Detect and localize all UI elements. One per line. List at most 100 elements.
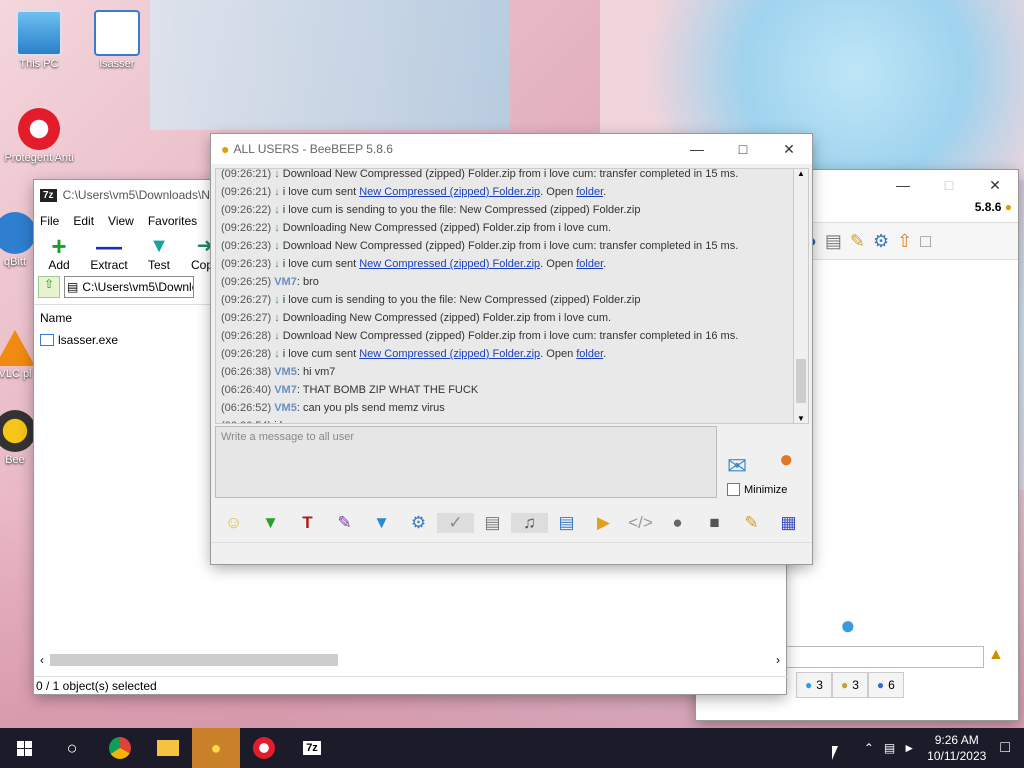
file-link[interactable]: New Compressed (zipped) Folder.zip: [359, 348, 540, 360]
update-icon[interactable]: ⇧: [897, 231, 912, 252]
horizontal-scrollbar[interactable]: ‹ ›: [34, 652, 786, 668]
close-button[interactable]: ✕: [766, 134, 812, 164]
music-note-icon[interactable]: ♫: [511, 513, 548, 533]
chat-message: (06:26:38) VM5: hi vm7: [221, 363, 808, 381]
chat-message: (06:26:54) i love memz: [221, 417, 808, 423]
chat-message: (09:26:25) VM7: bro: [221, 273, 808, 291]
clock[interactable]: 9:26 AM 10/11/2023: [927, 732, 986, 764]
clock-icon[interactable]: ●: [659, 513, 696, 533]
vertical-scrollbar[interactable]: ▲ ▼: [793, 169, 808, 423]
file-transfer-icon: ↓: [274, 330, 283, 342]
green-arrow-down-icon[interactable]: ▼: [252, 513, 289, 533]
open-folder-link[interactable]: folder: [576, 186, 603, 198]
scroll-right-icon[interactable]: ›: [770, 653, 786, 667]
minimize-button[interactable]: —: [880, 170, 926, 200]
file-transfer-icon: ↓: [274, 312, 283, 324]
minimize-checkbox[interactable]: [727, 483, 740, 496]
menu-file[interactable]: File: [40, 214, 59, 228]
tab-groups[interactable]: ● 3: [831, 672, 868, 698]
tools-icon[interactable]: ⚙: [873, 231, 889, 252]
file-transfer-icon: ↓: [274, 240, 283, 252]
menu-edit[interactable]: Edit: [73, 214, 94, 228]
taskbar-beebeep[interactable]: ●: [192, 728, 240, 768]
open-folder-link[interactable]: folder: [576, 258, 603, 270]
desktop-icon-this-pc[interactable]: This PC: [4, 10, 74, 70]
taskbar-7zip[interactable]: 7z: [288, 728, 336, 768]
scroll-thumb[interactable]: [50, 654, 338, 666]
taskbar-file-explorer[interactable]: [144, 728, 192, 768]
message-time: (09:26:28): [221, 330, 272, 342]
spellcheck-icon[interactable]: ✓: [437, 513, 474, 533]
screenshot-icon[interactable]: ■: [696, 513, 733, 533]
desktop-icon-protegent[interactable]: Protegent Anti: [4, 108, 74, 164]
scroll-down-icon[interactable]: ▼: [794, 414, 808, 423]
computer-icon: [16, 10, 62, 56]
tab-chats[interactable]: ● 3: [796, 672, 832, 698]
search-button[interactable]: ○: [48, 728, 96, 768]
message-text: Downloading New Compressed (zipped) Fold…: [282, 312, 612, 324]
minimize-button[interactable]: —: [674, 134, 720, 164]
sevenzip-icon: 7z: [303, 741, 321, 755]
test-button[interactable]: ▼ Test: [138, 234, 180, 272]
file-link[interactable]: New Compressed (zipped) Folder.zip: [359, 258, 540, 270]
open-folder-link[interactable]: folder: [576, 348, 603, 360]
add-button[interactable]: + Add: [38, 233, 80, 272]
desktop-icon-lsasser[interactable]: lsasser: [82, 10, 152, 70]
search-icon: ○: [66, 737, 78, 758]
address-bar[interactable]: ▤ C:\Users\vm5\Downloa: [64, 276, 194, 298]
menu-favorites[interactable]: Favorites: [148, 214, 197, 228]
close-button[interactable]: ✕: [972, 170, 1018, 200]
settings-icon[interactable]: ⚙: [400, 513, 437, 533]
beebeep-app-icon: ●: [221, 141, 230, 157]
menu-view[interactable]: View: [108, 214, 134, 228]
smiley-icon[interactable]: ☺: [215, 513, 252, 533]
message-time: (06:26:38): [221, 366, 272, 378]
message-text: Download New Compressed (zipped) Folder.…: [282, 168, 739, 180]
message-time: (06:26:40): [221, 384, 272, 396]
file-transfer-icon: ↓: [274, 168, 283, 180]
message-user[interactable]: VM5: [274, 366, 297, 378]
sevenzip-app-icon: 7z: [40, 188, 57, 202]
font-icon[interactable]: T: [289, 513, 326, 533]
message-input[interactable]: Write a message to all user: [215, 426, 717, 498]
message-user[interactable]: VM5: [274, 402, 297, 414]
taskbar-chrome[interactable]: [96, 728, 144, 768]
scroll-left-icon[interactable]: ‹: [34, 653, 50, 667]
taskbar-protegent[interactable]: [240, 728, 288, 768]
chat-message: (06:26:52) VM5: can you pls send memz vi…: [221, 399, 808, 417]
edit-icon[interactable]: ✎: [850, 231, 865, 252]
chat-message: (09:26:23) ↓ i love cum sent New Compres…: [221, 258, 607, 270]
network-icon[interactable]: ▤: [884, 741, 895, 755]
message-user[interactable]: VM7: [274, 276, 297, 288]
message-text: : THAT BOMB ZIP WHAT THE FUCK: [296, 384, 479, 396]
edit-note-icon[interactable]: ✎: [733, 513, 770, 533]
maximize-button[interactable]: □: [720, 134, 766, 164]
trash-icon[interactable]: □: [920, 231, 931, 252]
text-box-icon[interactable]: ▤: [474, 513, 511, 533]
save-icon[interactable]: ▦: [770, 513, 807, 533]
up-folder-icon[interactable]: ⇧: [38, 276, 60, 298]
windows-icon: [16, 740, 32, 756]
start-button[interactable]: [0, 728, 48, 768]
send-icon[interactable]: ✉: [727, 452, 747, 481]
broom-icon[interactable]: ▲: [988, 646, 1004, 664]
chevron-up-icon[interactable]: ⌃: [864, 741, 874, 755]
scroll-thumb[interactable]: [796, 359, 806, 403]
search-users-input[interactable]: [786, 646, 984, 668]
message-user[interactable]: VM7: [274, 384, 297, 396]
maximize-button[interactable]: □: [926, 170, 972, 200]
folder-share-icon[interactable]: ▶: [585, 513, 622, 533]
color-palette-icon[interactable]: ✎: [326, 513, 363, 533]
scroll-up-icon[interactable]: ▲: [794, 169, 808, 178]
code-icon[interactable]: </>: [622, 513, 659, 533]
printer-icon[interactable]: ▤: [825, 231, 842, 252]
notifications-icon[interactable]: □: [1000, 739, 1010, 757]
send-file-icon[interactable]: ▤: [548, 513, 585, 533]
filter-icon[interactable]: ▼: [363, 513, 400, 533]
file-link[interactable]: New Compressed (zipped) Folder.zip: [359, 186, 540, 198]
tab-shared-files[interactable]: ● 6: [867, 672, 904, 698]
volume-muted-icon[interactable]: ►: [903, 741, 915, 755]
extract-button[interactable]: — Extract: [84, 233, 134, 272]
microphone-icon[interactable]: ●: [779, 446, 794, 474]
chat-message: (09:26:23) ↓ Download New Compressed (zi…: [221, 237, 808, 255]
